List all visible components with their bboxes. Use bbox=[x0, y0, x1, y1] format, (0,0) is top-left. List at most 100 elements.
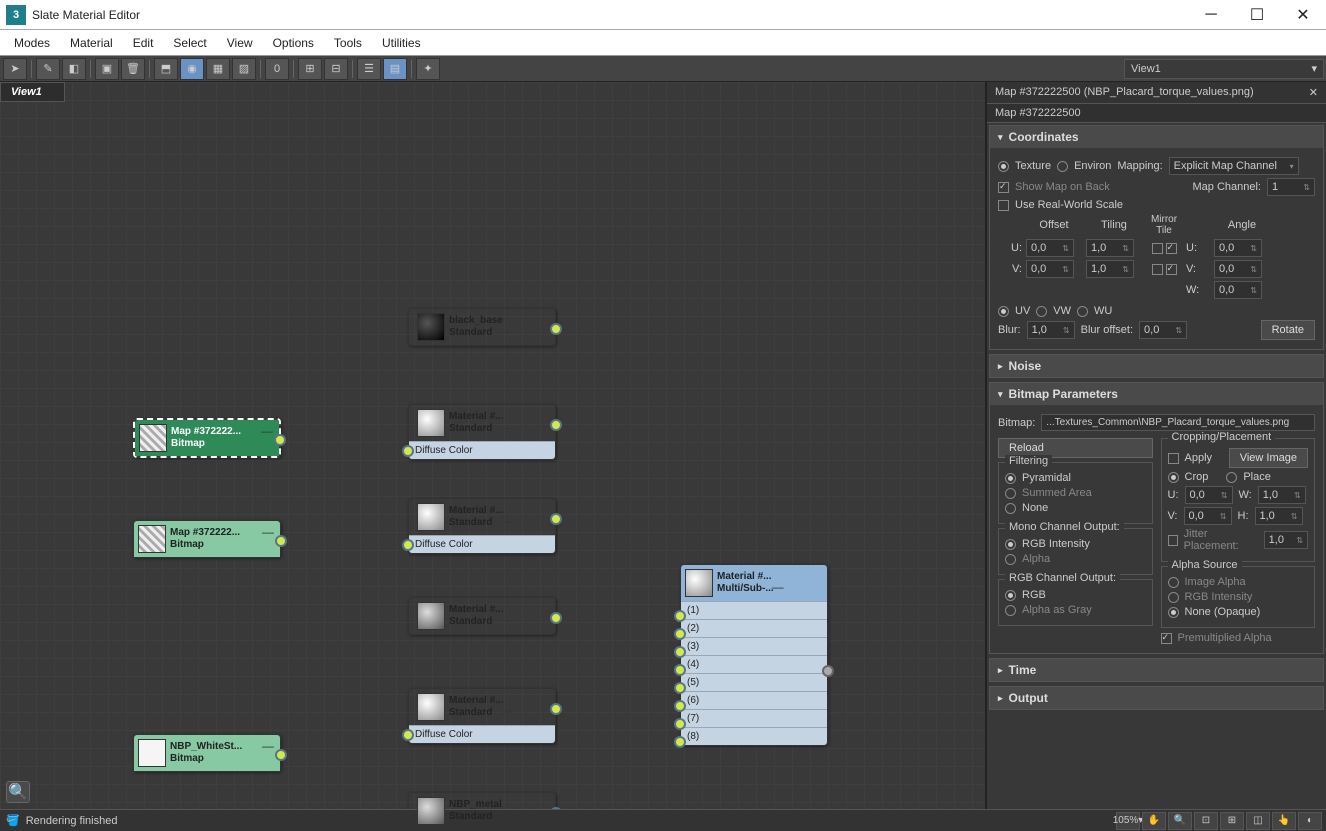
slot-7[interactable]: (7) bbox=[681, 709, 827, 727]
slot-diffuse[interactable]: Diffuse Color bbox=[409, 535, 555, 553]
minimize-icon[interactable]: — bbox=[262, 525, 274, 539]
input-socket[interactable] bbox=[674, 628, 686, 640]
rollout-header-time[interactable]: Time bbox=[990, 659, 1323, 681]
minimize-icon[interactable]: — bbox=[501, 420, 513, 434]
w-angle-spinner[interactable]: 0,0 bbox=[1214, 281, 1262, 299]
close-button[interactable]: ✕ bbox=[1280, 0, 1326, 30]
radio-alpha-gray[interactable] bbox=[1005, 605, 1016, 616]
rollout-header-bitmap-params[interactable]: Bitmap Parameters bbox=[990, 383, 1323, 405]
map-channel-spinner[interactable]: 1 bbox=[1267, 178, 1315, 196]
radio-image-alpha[interactable] bbox=[1168, 577, 1179, 588]
node-material-3[interactable]: Material #...Standard— Diffuse Color bbox=[408, 498, 556, 554]
minimize-icon[interactable]: — bbox=[262, 739, 274, 753]
slot-1[interactable]: (1) bbox=[681, 601, 827, 619]
radio-rgb-intensity[interactable] bbox=[1005, 539, 1016, 550]
slot-2[interactable]: (2) bbox=[681, 619, 827, 637]
output-socket[interactable] bbox=[275, 535, 287, 547]
select-tool-icon[interactable]: ➤ bbox=[3, 58, 27, 80]
radio-vw[interactable] bbox=[1036, 306, 1047, 317]
input-socket[interactable] bbox=[674, 700, 686, 712]
radio-wu[interactable] bbox=[1077, 306, 1088, 317]
checkbox-jitter[interactable] bbox=[1168, 535, 1178, 546]
crop-u-spinner[interactable]: 0,0 bbox=[1185, 486, 1233, 504]
menu-utilities[interactable]: Utilities bbox=[372, 32, 431, 54]
select-by-material-icon[interactable]: ▤ bbox=[383, 58, 407, 80]
rotate-button[interactable]: Rotate bbox=[1261, 320, 1315, 340]
radio-alpha[interactable] bbox=[1005, 554, 1016, 565]
pick-material-icon[interactable]: ✎ bbox=[36, 58, 60, 80]
node-multi-sub[interactable]: Material #...Multi/Sub-...— (1) (2) (3) … bbox=[680, 564, 828, 746]
node-material-2[interactable]: Material #...Standard— Diffuse Color bbox=[408, 404, 556, 460]
v-tiling-spinner[interactable]: 1,0 bbox=[1086, 260, 1134, 278]
layout-all-icon[interactable]: ⊞ bbox=[298, 58, 322, 80]
u-offset-spinner[interactable]: 0,0 bbox=[1026, 239, 1074, 257]
checkbox-apply[interactable] bbox=[1168, 453, 1179, 464]
minimize-icon[interactable]: — bbox=[772, 580, 784, 594]
radio-texture[interactable] bbox=[998, 161, 1009, 172]
crop-w-spinner[interactable]: 1,0 bbox=[1258, 486, 1306, 504]
slot-4[interactable]: (4) bbox=[681, 655, 827, 673]
assign-material-icon[interactable]: ◧ bbox=[62, 58, 86, 80]
zoom-dropdown[interactable]: 105% ▾ bbox=[1116, 812, 1140, 830]
radio-pyramidal[interactable] bbox=[1005, 473, 1016, 484]
rollout-header-output[interactable]: Output bbox=[990, 687, 1323, 709]
input-socket[interactable] bbox=[674, 610, 686, 622]
menu-tools[interactable]: Tools bbox=[324, 32, 372, 54]
menu-select[interactable]: Select bbox=[163, 32, 216, 54]
radio-uv[interactable] bbox=[998, 306, 1009, 317]
name-field[interactable]: Map #372222500 bbox=[987, 104, 1326, 123]
input-socket[interactable] bbox=[674, 664, 686, 676]
list-icon[interactable]: ☰ bbox=[357, 58, 381, 80]
radio-rgb[interactable] bbox=[1005, 590, 1016, 601]
v-tile-checkbox[interactable] bbox=[1166, 264, 1177, 275]
radio-none-opaque[interactable] bbox=[1168, 607, 1179, 618]
input-socket[interactable] bbox=[674, 736, 686, 748]
v-offset-spinner[interactable]: 0,0 bbox=[1026, 260, 1074, 278]
crop-h-spinner[interactable]: 1,0 bbox=[1255, 507, 1303, 525]
zoom-icon[interactable]: 🔍 bbox=[1168, 812, 1192, 830]
input-socket[interactable] bbox=[402, 445, 414, 457]
radio-none[interactable] bbox=[1005, 503, 1016, 514]
minimize-icon[interactable]: — bbox=[501, 704, 513, 718]
output-socket[interactable] bbox=[275, 749, 287, 761]
hide-unused-icon[interactable]: ◉ bbox=[180, 58, 204, 80]
output-socket[interactable] bbox=[550, 323, 562, 335]
layout-icon[interactable]: ◐ bbox=[1298, 812, 1322, 830]
search-icon[interactable]: 🔍 bbox=[6, 781, 30, 803]
show-bg-icon[interactable]: ▨ bbox=[232, 58, 256, 80]
u-tile-checkbox[interactable] bbox=[1166, 243, 1177, 254]
move-children-icon[interactable]: ⬒ bbox=[154, 58, 178, 80]
minimize-icon[interactable]: — bbox=[500, 808, 512, 822]
input-socket[interactable] bbox=[402, 539, 414, 551]
radio-place[interactable] bbox=[1226, 472, 1237, 483]
minimize-icon[interactable]: — bbox=[261, 424, 273, 438]
show-map-icon[interactable]: ▦ bbox=[206, 58, 230, 80]
maximize-button[interactable]: ☐ bbox=[1234, 0, 1280, 30]
menu-material[interactable]: Material bbox=[60, 32, 123, 54]
radio-summed-area[interactable] bbox=[1005, 488, 1016, 499]
zoom-extents-selected-icon[interactable]: ◫ bbox=[1246, 812, 1270, 830]
jitter-spinner[interactable]: 1,0 bbox=[1264, 531, 1308, 549]
output-socket[interactable] bbox=[550, 703, 562, 715]
node-canvas[interactable]: View1 Map #372222...Bitmap— Map #372222.… bbox=[0, 82, 986, 809]
minimize-icon[interactable]: — bbox=[501, 613, 513, 627]
node-bitmap-2[interactable]: Map #372222...Bitmap— bbox=[133, 520, 281, 558]
view-dropdown[interactable]: View1▾ bbox=[1124, 59, 1324, 79]
minimize-icon[interactable]: — bbox=[501, 514, 513, 528]
radio-crop[interactable] bbox=[1168, 472, 1179, 483]
crop-v-spinner[interactable]: 0,0 bbox=[1184, 507, 1232, 525]
options-icon[interactable]: ✦ bbox=[416, 58, 440, 80]
slot-5[interactable]: (5) bbox=[681, 673, 827, 691]
u-mirror-checkbox[interactable] bbox=[1152, 243, 1163, 254]
node-bitmap-3[interactable]: NBP_WhiteSt...Bitmap— bbox=[133, 734, 281, 772]
checkbox-real-world[interactable] bbox=[998, 200, 1009, 211]
input-socket[interactable] bbox=[674, 682, 686, 694]
input-socket[interactable] bbox=[674, 718, 686, 730]
input-socket[interactable] bbox=[674, 646, 686, 658]
output-socket[interactable] bbox=[274, 434, 286, 446]
radio-rgb-intensity-alpha[interactable] bbox=[1168, 592, 1179, 603]
radio-environ[interactable] bbox=[1057, 161, 1068, 172]
menu-edit[interactable]: Edit bbox=[123, 32, 164, 54]
minimize-icon[interactable]: — bbox=[501, 324, 513, 338]
slot-diffuse[interactable]: Diffuse Color bbox=[409, 725, 555, 743]
